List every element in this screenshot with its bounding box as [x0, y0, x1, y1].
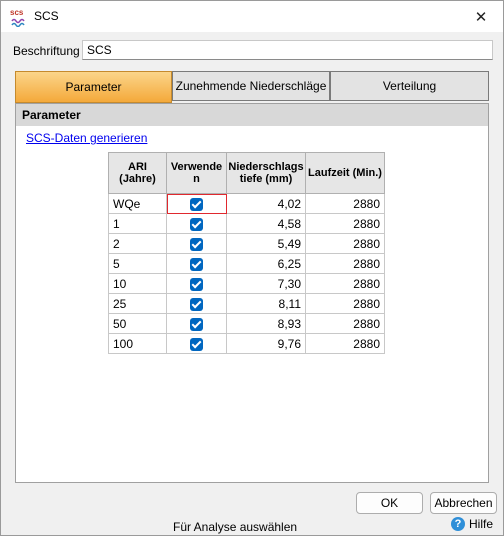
- status-text: Für Analyse auswählen: [173, 520, 298, 534]
- dialog-window: scs SCS ✕ Beschriftung Parameter Zunehme…: [0, 0, 504, 536]
- duration-cell[interactable]: 2880: [305, 273, 385, 294]
- close-button[interactable]: ✕: [459, 1, 503, 32]
- table-row[interactable]: 5 6,25 2880: [108, 253, 385, 274]
- duration-cell[interactable]: 2880: [305, 313, 385, 334]
- column-header-use[interactable]: Verwende n: [166, 152, 227, 194]
- window-title: SCS: [34, 9, 59, 23]
- caption-label: Beschriftung: [13, 44, 80, 58]
- duration-cell[interactable]: 2880: [305, 233, 385, 254]
- use-cell[interactable]: [166, 273, 227, 294]
- panel-header: Parameter: [16, 104, 488, 126]
- help-button[interactable]: ? Hilfe: [451, 517, 493, 531]
- table-row[interactable]: 2 5,49 2880: [108, 233, 385, 254]
- tab-label: Zunehmende Niederschläge: [175, 79, 327, 93]
- depth-cell[interactable]: 7,30: [226, 273, 306, 294]
- tab-parameter[interactable]: Parameter: [15, 71, 172, 103]
- use-checkbox[interactable]: [190, 237, 203, 251]
- use-cell[interactable]: [166, 213, 227, 234]
- close-icon: ✕: [474, 8, 488, 26]
- scs-app-icon: scs: [10, 8, 25, 27]
- use-cell[interactable]: [166, 333, 227, 354]
- ari-cell[interactable]: 50: [108, 313, 167, 334]
- tab-label: Parameter: [65, 80, 122, 94]
- use-checkbox[interactable]: [190, 217, 203, 231]
- cancel-button[interactable]: Abbrechen: [430, 492, 497, 514]
- use-cell[interactable]: [166, 293, 227, 314]
- depth-cell[interactable]: 6,25: [226, 253, 306, 274]
- help-label: Hilfe: [469, 517, 494, 531]
- duration-cell[interactable]: 2880: [305, 213, 385, 234]
- depth-cell[interactable]: 5,49: [226, 233, 306, 254]
- depth-cell[interactable]: 8,93: [226, 313, 306, 334]
- tab-zunehmende-niederschlaege[interactable]: Zunehmende Niederschläge: [172, 71, 330, 101]
- use-checkbox[interactable]: [190, 277, 203, 291]
- depth-cell[interactable]: 8,11: [226, 293, 306, 314]
- column-header-duration[interactable]: Laufzeit (Min.): [305, 152, 385, 194]
- parameter-panel: Parameter SCS-Daten generieren ARI (Jahre…: [15, 103, 489, 483]
- use-cell[interactable]: [166, 313, 227, 334]
- table-row[interactable]: 10 7,30 2880: [108, 273, 385, 294]
- ari-cell[interactable]: WQe: [108, 193, 167, 214]
- tab-label: Verteilung: [382, 79, 437, 93]
- use-checkbox[interactable]: [190, 297, 203, 311]
- ari-cell[interactable]: 100: [108, 333, 167, 354]
- ari-cell[interactable]: 1: [108, 213, 167, 234]
- use-checkbox[interactable]: [190, 197, 203, 211]
- ari-cell[interactable]: 5: [108, 253, 167, 274]
- column-header-ari[interactable]: ARI (Jahre): [108, 152, 167, 194]
- generate-scs-data-link[interactable]: SCS-Daten generieren: [26, 131, 147, 145]
- tab-verteilung[interactable]: Verteilung: [330, 71, 489, 101]
- duration-cell[interactable]: 2880: [305, 333, 385, 354]
- ari-cell[interactable]: 2: [108, 233, 167, 254]
- svg-text:scs: scs: [10, 8, 24, 17]
- table-row[interactable]: 50 8,93 2880: [108, 313, 385, 334]
- depth-cell[interactable]: 4,02: [226, 193, 306, 214]
- ari-cell[interactable]: 25: [108, 293, 167, 314]
- help-icon: ?: [451, 517, 465, 531]
- title-bar[interactable]: scs SCS ✕: [1, 1, 503, 32]
- table-row[interactable]: 25 8,11 2880: [108, 293, 385, 314]
- tab-bar: Parameter Zunehmende Niederschläge Verte…: [15, 71, 489, 103]
- depth-cell[interactable]: 4,58: [226, 213, 306, 234]
- depth-cell[interactable]: 9,76: [226, 333, 306, 354]
- duration-cell[interactable]: 2880: [305, 193, 385, 214]
- use-checkbox[interactable]: [190, 317, 203, 331]
- duration-cell[interactable]: 2880: [305, 293, 385, 314]
- column-header-depth[interactable]: Niederschlags tiefe (mm): [226, 152, 306, 194]
- use-cell[interactable]: [166, 193, 227, 214]
- ari-cell[interactable]: 10: [108, 273, 167, 294]
- table-row[interactable]: WQe 4,02 2880: [108, 193, 385, 214]
- ok-button[interactable]: OK: [356, 492, 423, 514]
- use-cell[interactable]: [166, 233, 227, 254]
- use-checkbox[interactable]: [190, 337, 203, 351]
- table-row[interactable]: 1 4,58 2880: [108, 213, 385, 234]
- caption-input[interactable]: [82, 40, 493, 60]
- rainfall-table: ARI (Jahre) Verwende n Niederschlags tiefe …: [108, 152, 385, 354]
- duration-cell[interactable]: 2880: [305, 253, 385, 274]
- use-checkbox[interactable]: [190, 257, 203, 271]
- table-row[interactable]: 100 9,76 2880: [108, 333, 385, 354]
- use-cell[interactable]: [166, 253, 227, 274]
